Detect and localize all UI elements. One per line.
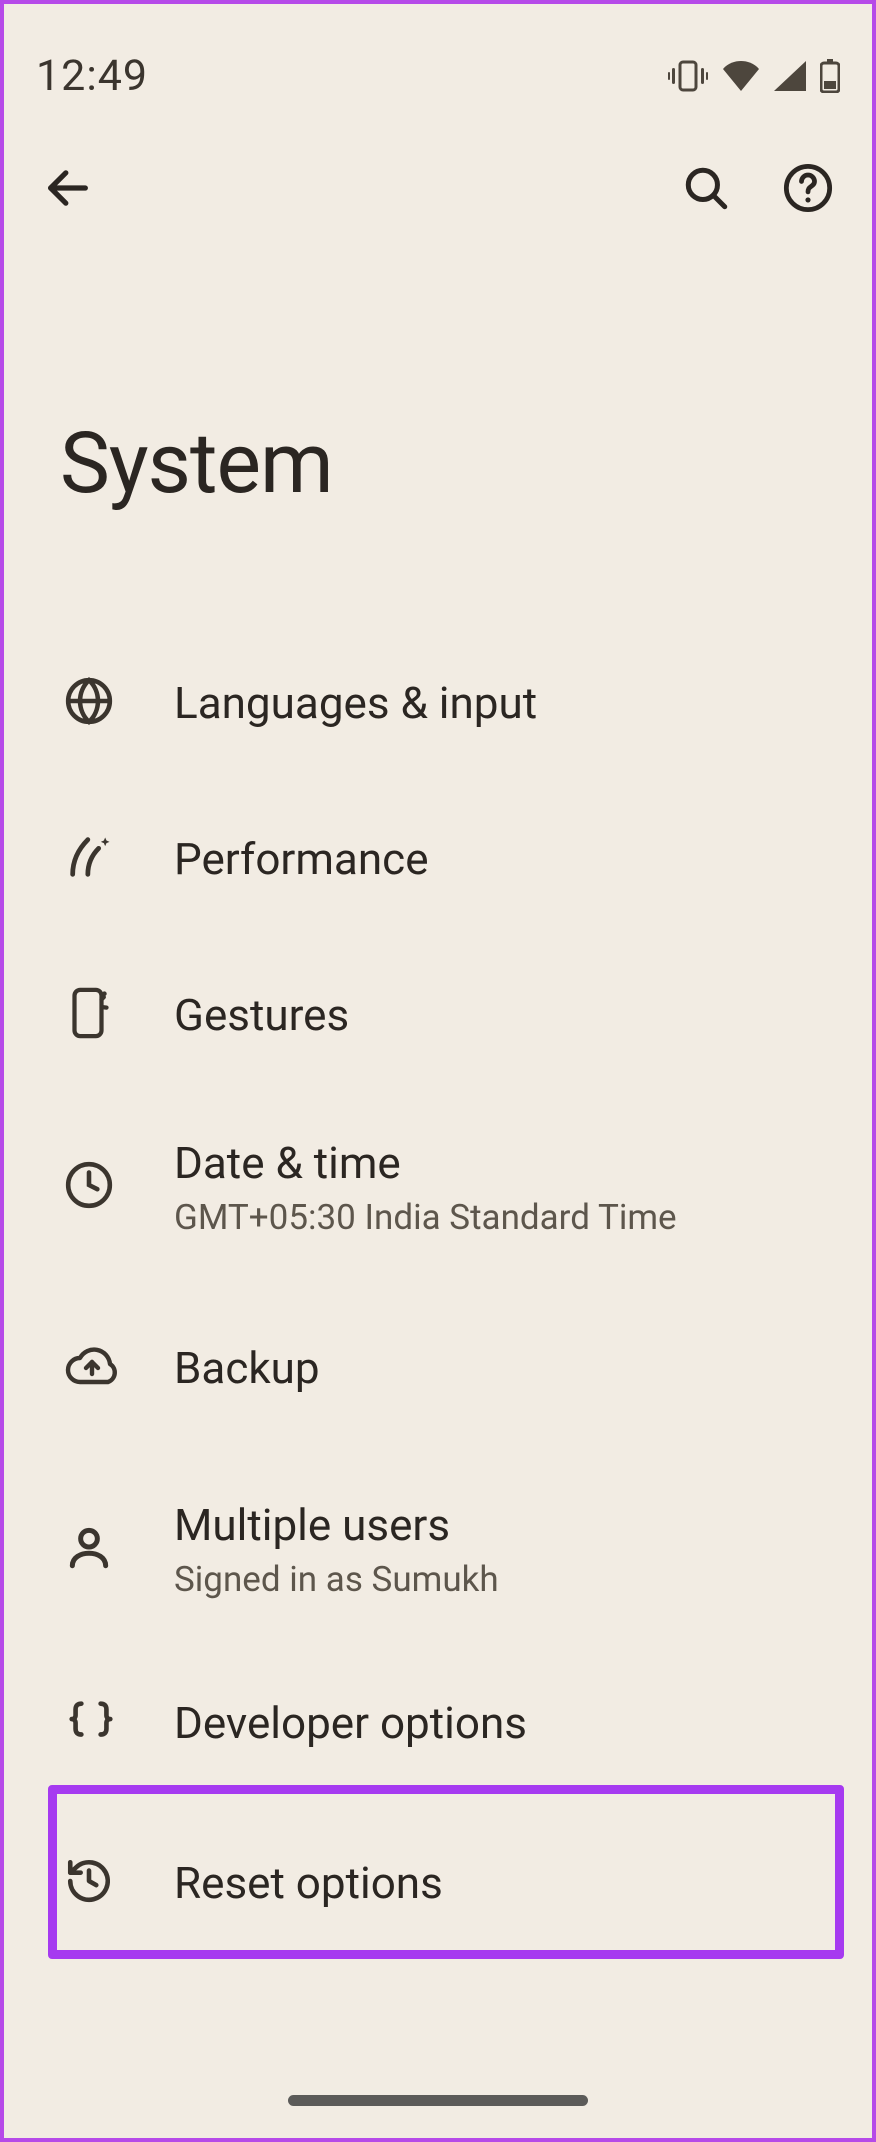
gestures-icon xyxy=(64,986,112,1044)
row-developer-options[interactable]: Developer options xyxy=(4,1643,872,1803)
row-title: Languages & input xyxy=(174,676,842,731)
braces-icon xyxy=(64,1697,118,1749)
row-subtitle: Signed in as Sumukh xyxy=(174,1559,842,1600)
row-title: Reset options xyxy=(174,1856,842,1911)
back-button[interactable] xyxy=(40,160,96,216)
search-button[interactable] xyxy=(678,160,734,216)
row-backup[interactable]: Backup xyxy=(4,1281,872,1455)
status-bar: 12:49 xyxy=(4,4,872,114)
row-subtitle: GMT+05:30 India Standard Time xyxy=(174,1197,842,1238)
row-title: Backup xyxy=(174,1341,842,1396)
action-bar xyxy=(4,114,872,234)
row-reset-options[interactable]: Reset options xyxy=(4,1803,872,1963)
row-title: Developer options xyxy=(174,1696,842,1751)
status-icons xyxy=(668,59,840,93)
page-title: System xyxy=(4,234,872,513)
row-performance[interactable]: Performance xyxy=(4,781,872,937)
settings-list: Languages & input Performance Gestures D… xyxy=(4,513,872,1963)
history-icon xyxy=(64,1856,114,1910)
help-button[interactable] xyxy=(780,160,836,216)
row-title: Multiple users xyxy=(174,1498,842,1553)
user-icon xyxy=(64,1522,114,1576)
row-gestures[interactable]: Gestures xyxy=(4,937,872,1093)
performance-icon xyxy=(64,831,116,887)
cell-signal-icon xyxy=(774,61,806,91)
wifi-icon xyxy=(722,61,760,91)
globe-icon xyxy=(64,676,114,730)
backup-icon xyxy=(64,1344,120,1392)
clock-icon xyxy=(64,1160,114,1214)
battery-icon xyxy=(820,59,840,93)
vibrate-icon xyxy=(668,60,708,92)
row-title: Gestures xyxy=(174,988,842,1043)
row-title: Date & time xyxy=(174,1136,842,1191)
nav-handle[interactable] xyxy=(288,2095,588,2106)
row-title: Performance xyxy=(174,832,842,887)
status-time: 12:49 xyxy=(36,51,148,101)
row-date-time[interactable]: Date & time GMT+05:30 India Standard Tim… xyxy=(4,1093,872,1281)
row-languages-input[interactable]: Languages & input xyxy=(4,625,872,781)
row-multiple-users[interactable]: Multiple users Signed in as Sumukh xyxy=(4,1455,872,1643)
